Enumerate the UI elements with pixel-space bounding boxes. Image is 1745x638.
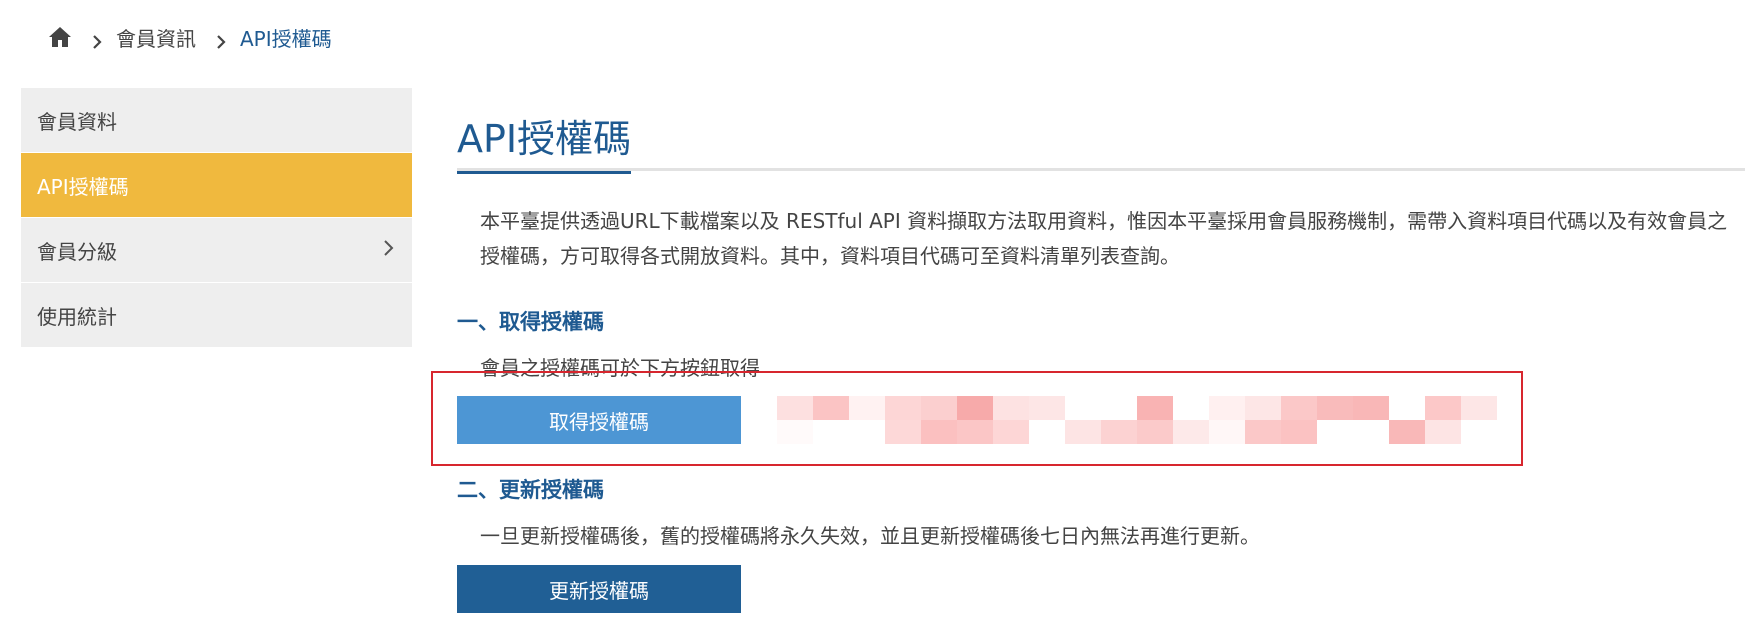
chevron-right-icon bbox=[214, 30, 228, 49]
sidebar-item-label: API授權碼 bbox=[37, 174, 129, 199]
breadcrumb: 會員資訊 API授權碼 bbox=[48, 22, 332, 52]
get-api-key-button[interactable]: 取得授權碼 bbox=[457, 396, 741, 444]
section-heading-renew-key: 二、更新授權碼 bbox=[457, 478, 604, 502]
sidebar: 會員資料 API授權碼 會員分級 使用統計 bbox=[21, 88, 412, 348]
page-title: API授權碼 bbox=[457, 119, 632, 174]
main-content: API授權碼 本平臺提供透過URL下載檔案以及 RESTful API 資料擷取… bbox=[431, 88, 1745, 613]
sidebar-item-usage-stats[interactable]: 使用統計 bbox=[21, 283, 412, 348]
sidebar-item-label: 會員分級 bbox=[37, 239, 117, 264]
breadcrumb-current: API授權碼 bbox=[240, 26, 332, 51]
chevron-right-icon bbox=[90, 30, 104, 49]
intro-paragraph: 本平臺提供透過URL下載檔案以及 RESTful API 資料擷取方法取用資料，… bbox=[480, 209, 1728, 268]
home-icon[interactable] bbox=[48, 26, 72, 48]
section-heading-get-key: 一、取得授權碼 bbox=[457, 310, 604, 334]
sidebar-item-member-data[interactable]: 會員資料 bbox=[21, 88, 412, 153]
chevron-right-icon bbox=[382, 238, 396, 256]
sidebar-item-label: 會員資料 bbox=[37, 109, 117, 134]
renew-api-key-button[interactable]: 更新授權碼 bbox=[457, 565, 741, 613]
api-key-redacted bbox=[777, 396, 1509, 444]
breadcrumb-member-info[interactable]: 會員資訊 bbox=[116, 23, 196, 52]
sidebar-item-api-key[interactable]: API授權碼 bbox=[21, 153, 412, 218]
title-bar: API授權碼 bbox=[457, 88, 1745, 174]
sidebar-item-member-level[interactable]: 會員分級 bbox=[21, 218, 412, 283]
section-text-renew-key: 一旦更新授權碼後，舊的授權碼將永久失效，並且更新授權碼後七日內無法再進行更新。 bbox=[480, 524, 1260, 548]
sidebar-item-label: 使用統計 bbox=[37, 304, 117, 329]
